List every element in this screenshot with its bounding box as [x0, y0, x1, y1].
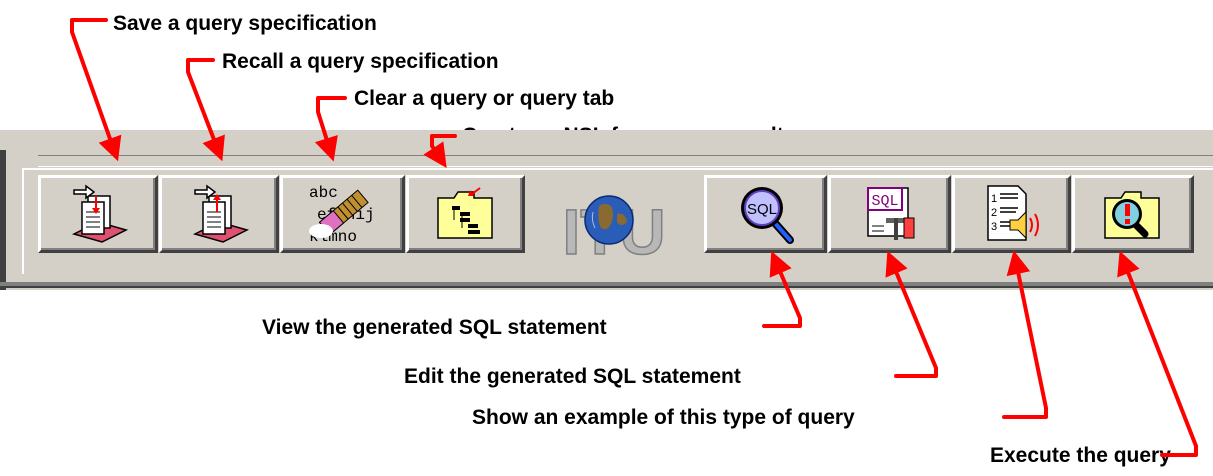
execute-arrow	[1117, 250, 1198, 457]
clear-arrow	[314, 96, 347, 162]
recall-arrow	[186, 58, 225, 162]
view-sql-arrow	[762, 250, 802, 328]
edit-sql-arrow	[885, 250, 938, 378]
save-arrow	[70, 18, 122, 162]
example-arrow	[1002, 250, 1048, 419]
callout-arrows	[70, 18, 1198, 457]
create-nsl-arrow	[423, 134, 457, 168]
